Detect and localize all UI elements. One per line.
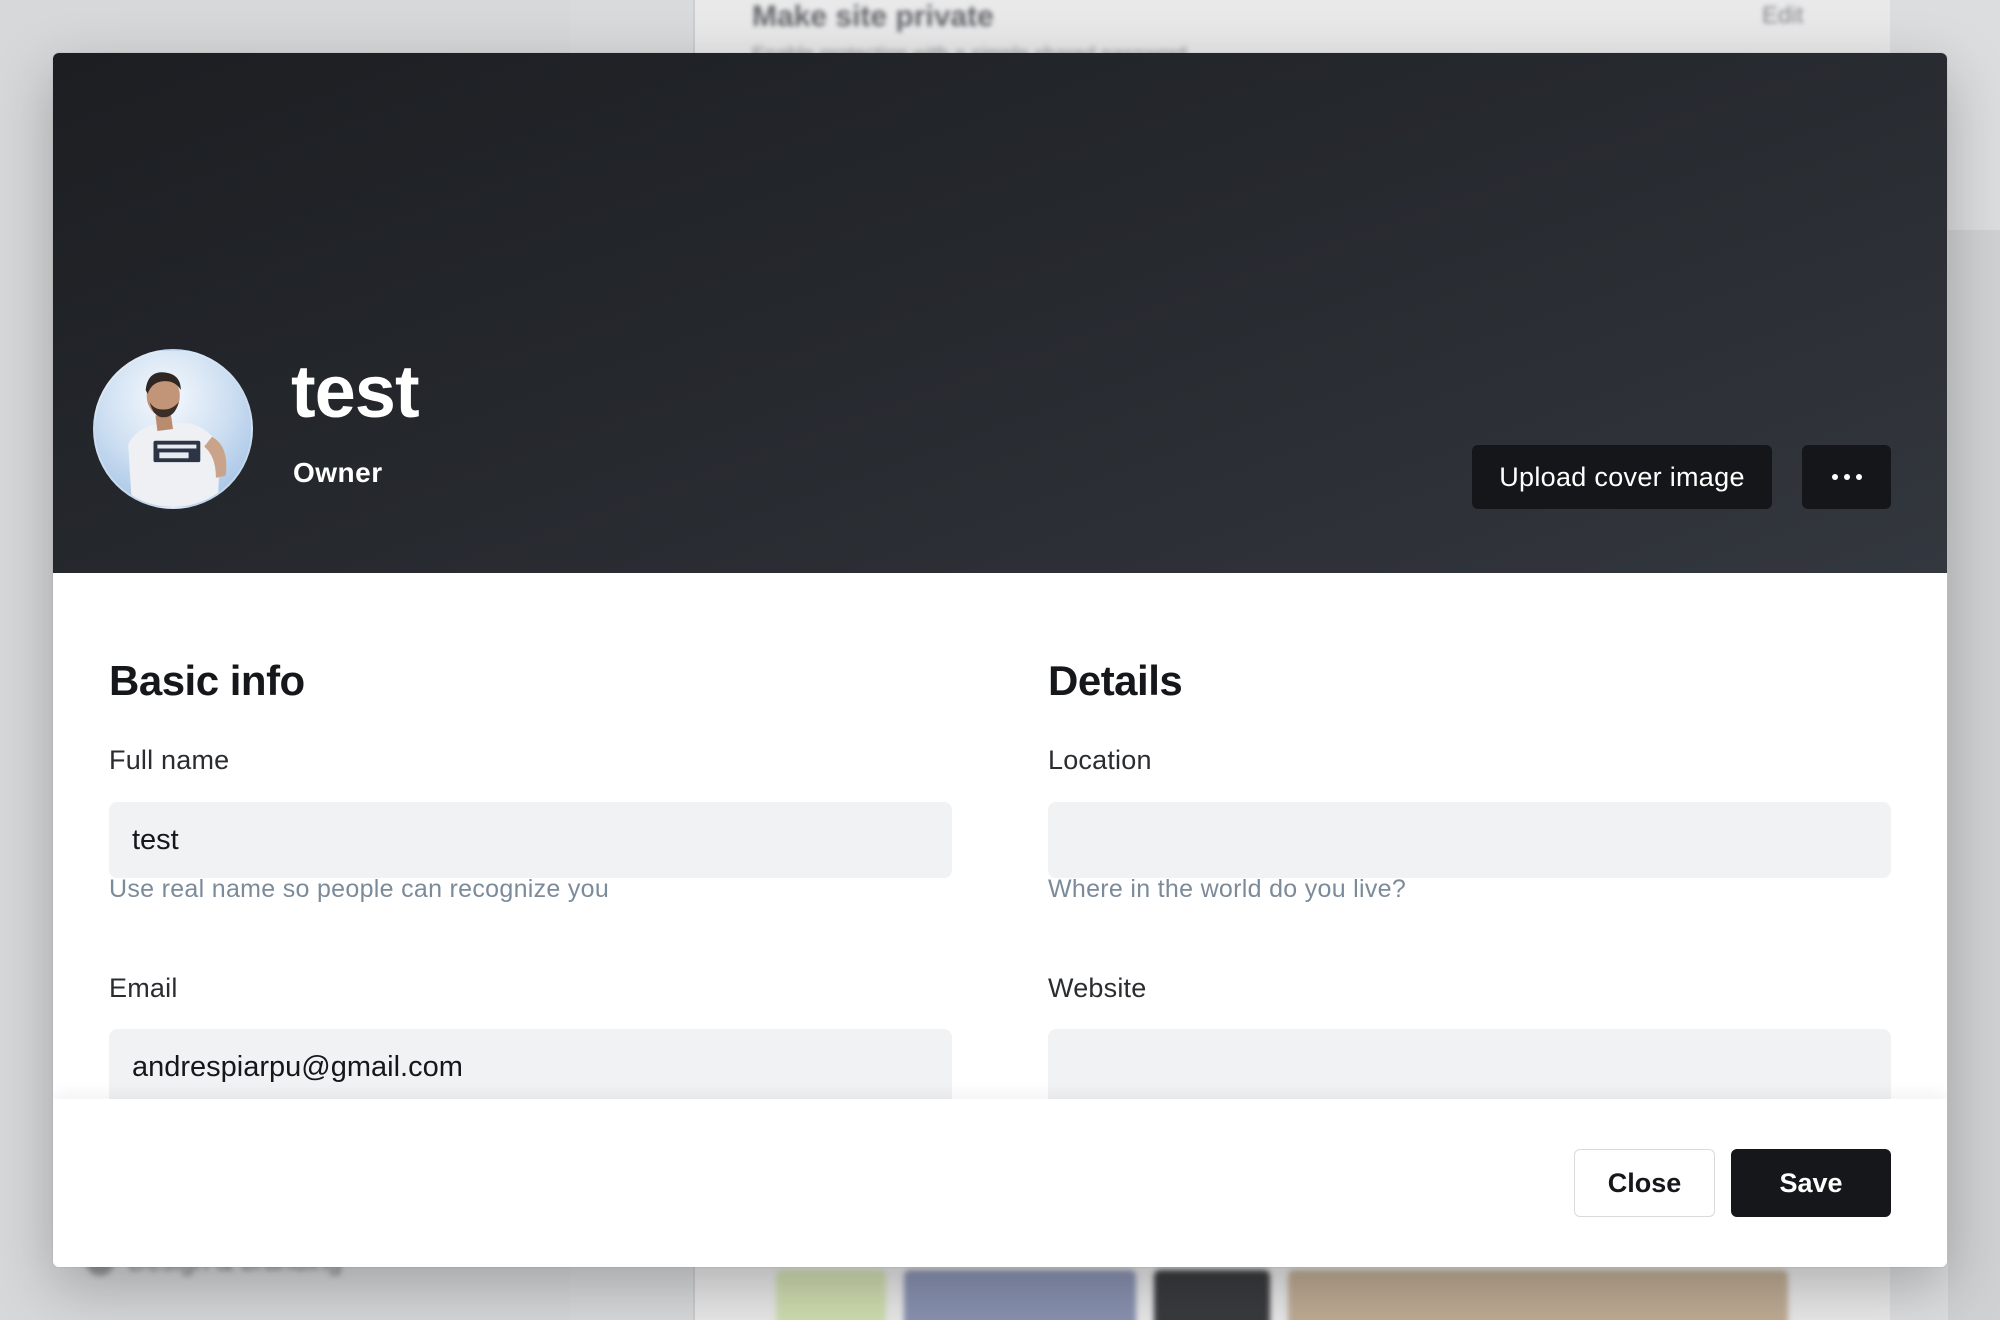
close-button[interactable]: Close	[1574, 1149, 1715, 1217]
save-button[interactable]: Save	[1731, 1149, 1891, 1217]
website-field[interactable]	[1048, 1029, 1891, 1105]
full-name-label: Full name	[109, 745, 230, 775]
avatar-photo	[95, 351, 251, 507]
cover-image: test Owner Upload cover image	[53, 53, 1947, 573]
profile-name: test	[291, 350, 420, 433]
profile-modal: test Owner Upload cover image Basic info…	[53, 53, 1947, 1267]
ellipsis-icon	[1831, 474, 1862, 480]
email-label: Email	[109, 973, 178, 1003]
location-label: Location	[1048, 745, 1152, 775]
more-actions-button[interactable]	[1802, 445, 1891, 509]
modal-footer: Close Save	[53, 1099, 1947, 1267]
upload-cover-image-button[interactable]: Upload cover image	[1472, 445, 1772, 509]
full-name-field[interactable]	[109, 802, 952, 878]
location-field[interactable]	[1048, 802, 1891, 878]
avatar[interactable]	[93, 349, 253, 509]
website-label: Website	[1048, 973, 1147, 1003]
location-hint: Where in the world do you live?	[1048, 875, 1407, 903]
profile-form: Basic info Full name Use real name so pe…	[53, 573, 1947, 1153]
details-title: Details	[1048, 657, 1183, 704]
profile-role: Owner	[293, 457, 383, 488]
full-name-hint: Use real name so people can recognize yo…	[109, 875, 610, 903]
basic-info-title: Basic info	[109, 657, 305, 704]
email-field[interactable]	[109, 1029, 952, 1105]
